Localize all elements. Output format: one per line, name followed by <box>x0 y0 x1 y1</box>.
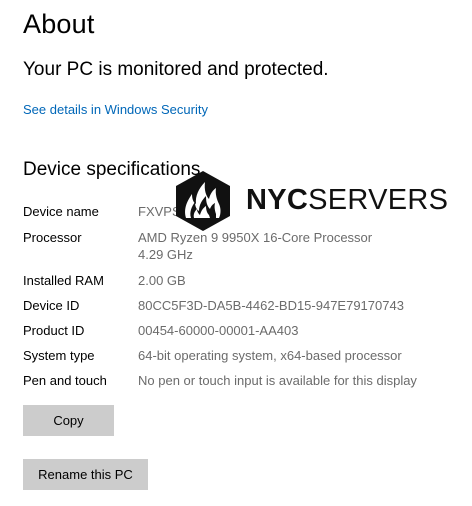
watermark-text-light: SERVERS <box>308 184 449 216</box>
windows-security-link[interactable]: See details in Windows Security <box>23 101 208 119</box>
spec-label: Pen and touch <box>23 373 107 388</box>
nyc-servers-watermark: NYCSERVERS <box>172 170 457 232</box>
spec-value: 64-bit operating system, x64-based proce… <box>138 348 402 363</box>
spec-label: Device ID <box>23 298 80 313</box>
spec-label: Processor <box>23 230 82 245</box>
spec-value: 00454-60000-00001-AA403 <box>138 323 299 338</box>
spec-value: 2.00 GB <box>138 273 186 288</box>
spec-label: Product ID <box>23 323 85 338</box>
rename-pc-button[interactable]: Rename this PC <box>23 459 148 490</box>
spec-value: No pen or touch input is available for t… <box>138 373 417 388</box>
spec-label: Installed RAM <box>23 273 104 288</box>
protection-status-heading: Your PC is monitored and protected. <box>23 59 329 80</box>
flame-logo-icon <box>176 171 230 231</box>
copy-button[interactable]: Copy <box>23 405 114 436</box>
spec-value: 80CC5F3D-DA5B-4462-BD15-947E79170743 <box>138 298 404 313</box>
page-title: About <box>23 9 95 39</box>
spec-value-line2: 4.29 GHz <box>138 247 193 262</box>
spec-label: System type <box>23 348 95 363</box>
watermark-text: NYCSERVERS <box>246 183 448 217</box>
watermark-text-bold: NYC <box>246 184 309 216</box>
spec-label: Device name <box>23 204 99 219</box>
